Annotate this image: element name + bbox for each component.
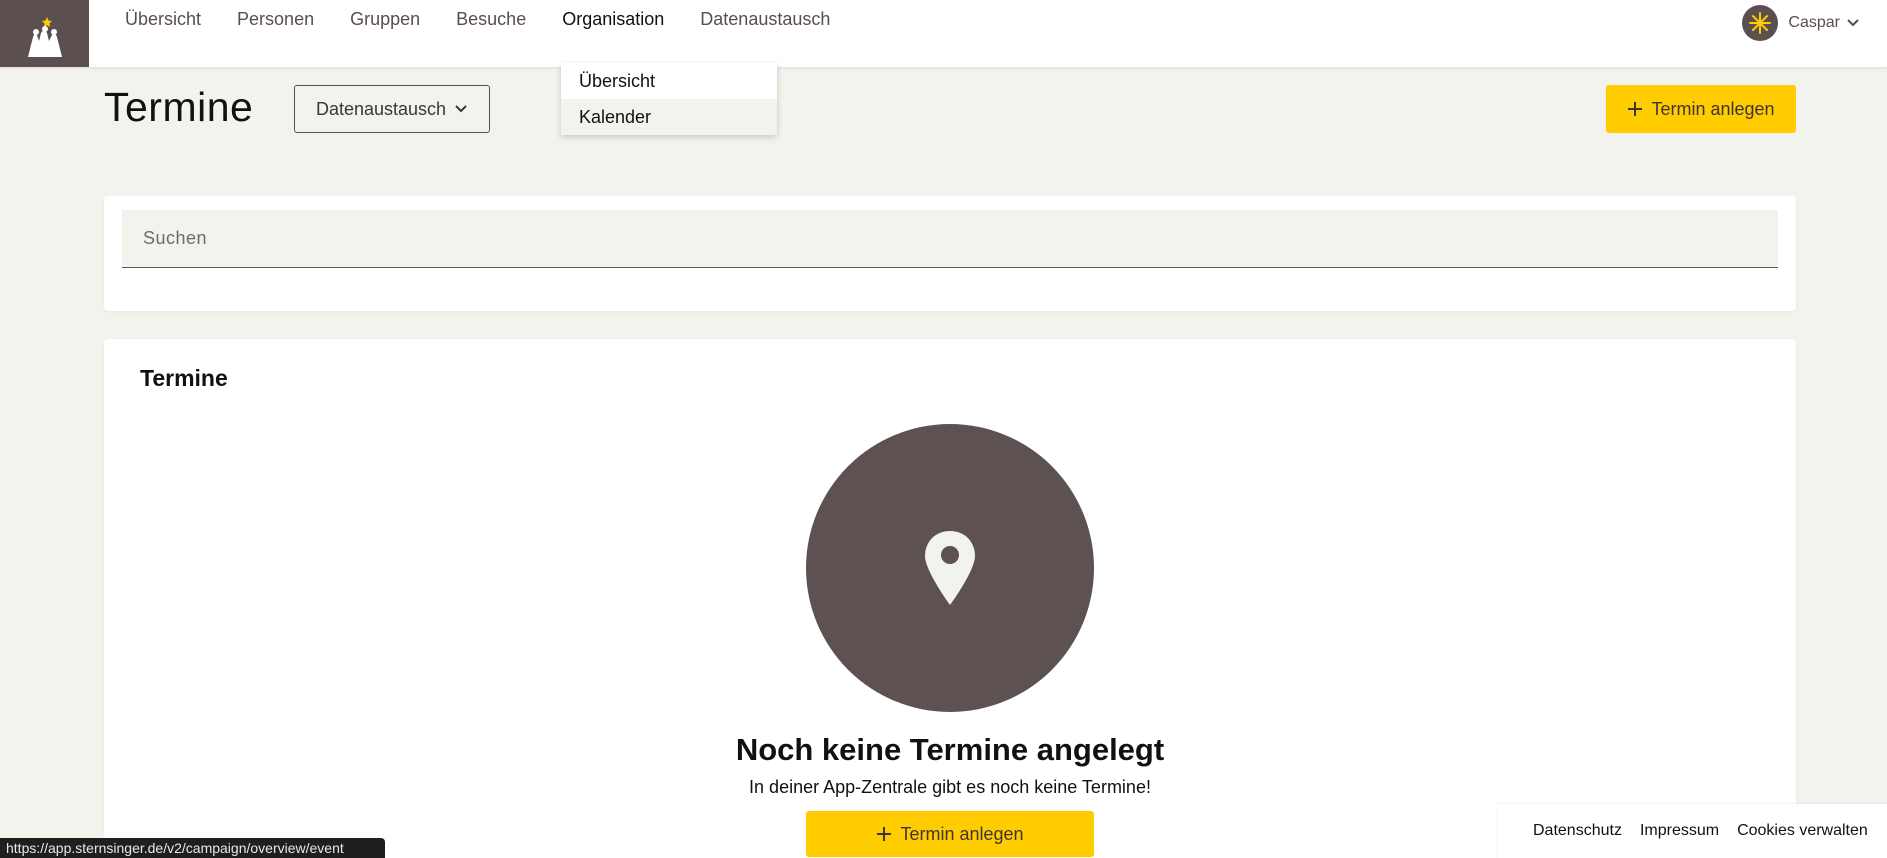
organisation-dropdown-menu: Übersicht Kalender bbox=[561, 63, 777, 135]
map-pin-icon bbox=[925, 531, 975, 605]
nav-item-organisation[interactable]: Organisation bbox=[562, 0, 664, 40]
top-navigation-bar: Übersicht Personen Gruppen Besuche Organ… bbox=[0, 0, 1887, 67]
nav-item-personen[interactable]: Personen bbox=[237, 0, 314, 40]
three-kings-logo[interactable] bbox=[0, 0, 89, 67]
add-event-empty-button-label: Termin anlegen bbox=[900, 823, 1024, 844]
user-menu[interactable]: Caspar bbox=[1742, 5, 1860, 41]
add-event-empty-button[interactable]: Termin anlegen bbox=[806, 811, 1094, 857]
chevron-down-icon bbox=[1847, 19, 1859, 27]
dropdown-item-uebersicht[interactable]: Übersicht bbox=[561, 63, 777, 99]
avatar bbox=[1742, 5, 1779, 41]
events-card-title: Termine bbox=[140, 365, 228, 391]
view-select-label: Datenaustausch bbox=[315, 98, 447, 119]
plus-icon bbox=[1628, 102, 1643, 116]
page-title: Termine bbox=[104, 84, 254, 130]
footer-link-impressum[interactable]: Impressum bbox=[1640, 822, 1719, 840]
plus-icon bbox=[877, 827, 892, 841]
footer-link-cookies[interactable]: Cookies verwalten bbox=[1737, 822, 1868, 840]
empty-state-illustration bbox=[806, 424, 1094, 712]
nav-item-uebersicht[interactable]: Übersicht bbox=[125, 0, 201, 40]
logo-icon bbox=[27, 17, 62, 57]
empty-state-text: In deiner App-Zentrale gibt es noch kein… bbox=[749, 777, 1151, 797]
empty-state-title: Noch keine Termine angelegt bbox=[735, 732, 1165, 767]
footer-link-datenschutz[interactable]: Datenschutz bbox=[1533, 822, 1622, 840]
add-event-button[interactable]: Termin anlegen bbox=[1606, 85, 1796, 133]
footer-links: Datenschutz Impressum Cookies verwalten bbox=[1497, 804, 1887, 858]
search-input[interactable] bbox=[122, 210, 1778, 268]
nav-item-gruppen[interactable]: Gruppen bbox=[350, 0, 420, 40]
add-event-button-label: Termin anlegen bbox=[1651, 98, 1775, 119]
chevron-down-icon bbox=[455, 105, 467, 113]
nav-item-datenaustausch[interactable]: Datenaustausch bbox=[700, 0, 830, 40]
status-bar-url: https://app.sternsinger.de/v2/campaign/o… bbox=[0, 838, 385, 858]
dropdown-item-kalender[interactable]: Kalender bbox=[561, 99, 777, 135]
search-card bbox=[104, 196, 1796, 311]
star-icon bbox=[1749, 12, 1772, 34]
view-select-button[interactable]: Datenaustausch bbox=[294, 85, 490, 133]
nav-item-besuche[interactable]: Besuche bbox=[456, 0, 526, 40]
user-name: Caspar bbox=[1788, 14, 1840, 31]
main-nav: Übersicht Personen Gruppen Besuche Organ… bbox=[125, 0, 866, 40]
events-card: Termine Noch keine Termine angelegt In d… bbox=[104, 339, 1796, 858]
